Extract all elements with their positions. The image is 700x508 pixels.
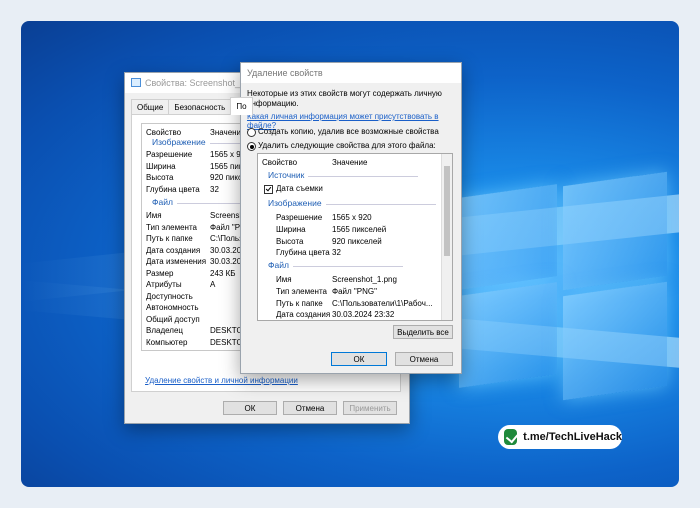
property-name: Владелец [146,326,184,335]
windows-logo-icon [459,171,679,401]
property-name: Дата изменения [146,257,207,266]
property-name: Ширина [276,224,306,234]
property-value: 1565 x 920 [332,213,372,222]
list-item[interactable]: Дата создания 30.03.2024 23:32 [258,309,452,320]
checkbox-checked-icon[interactable] [264,185,273,194]
group-image-heading: Изображение [152,137,368,147]
cancel-button[interactable]: Отмена [283,401,337,415]
property-name: Автономность [146,303,199,312]
select-all-button[interactable]: Выделить все [393,325,453,339]
remove-option-label[interactable]: Удалить следующие свойства для этого фай… [258,141,436,150]
tab-general[interactable]: Общие [131,99,170,115]
property-name: Ширина [146,161,176,171]
property-name: Компьютер [146,337,188,347]
property-name: Имя [276,275,292,284]
property-name: Имя [146,211,162,220]
copy-option-label[interactable]: Создать копию, удалив все возможные свой… [258,127,439,136]
property-name: Высота [146,173,174,182]
property-value: C:\Пользователи\1\Рабоч... [332,298,433,308]
list-item[interactable]: Путь к папке C:\Пользователи\1\Рабоч... [258,298,452,309]
property-value: 30.03.2024 23:32 [332,310,395,320]
property-value: A [210,280,216,289]
list-item[interactable]: Имя Screenshot_1.png [258,274,452,285]
property-value: 920 пикселей [332,236,382,246]
remove-dialog-titlebar[interactable]: Удаление свойств [241,63,461,83]
removable-properties-list[interactable]: Свойство Значение Источник Дата съемки И… [257,153,453,321]
list-scrollbar[interactable] [441,154,452,320]
ok-button[interactable]: ОК [331,352,387,366]
check-icon [504,429,518,445]
scrollbar-thumb[interactable] [444,166,450,256]
property-value: Файл "PNG" [332,286,377,296]
watermark-text: t.me/TechLiveHack [523,431,622,443]
property-name: Атрибуты [146,280,182,289]
col-value-header[interactable]: Значение [332,157,367,168]
ok-button[interactable]: ОК [223,401,277,415]
property-name: Тип элемента [146,222,197,232]
property-value: Screenshot_1.png [332,275,397,284]
group-file-heading: Файл [152,197,337,207]
property-name: Глубина цвета [276,248,330,258]
property-name: Дата создания [276,310,331,320]
properties-tabs: Общие Безопасность По [131,97,253,115]
property-name: Разрешение [146,150,193,159]
remove-option-radio[interactable] [247,142,256,151]
remove-dialog-title: Удаление свойств [247,68,323,78]
property-value: 32 [210,184,219,194]
property-name: Общий доступ [146,314,200,324]
remove-properties-link[interactable]: Удаление свойств и личной информации [145,376,298,385]
list-item[interactable]: Ширина 1565 пикселей [258,224,452,235]
property-name: Размер [146,268,174,278]
property-name: Дата создания [146,245,201,255]
property-value: 32 [332,248,341,258]
cancel-button[interactable]: Отмена [395,352,453,366]
telegram-watermark: t.me/TechLiveHack [498,425,622,449]
group-file-heading: Файл [268,260,403,270]
property-name: Доступность [146,291,193,301]
property-name: Путь к папке [276,298,323,308]
list-item[interactable]: Глубина цвета 32 [258,247,452,258]
property-name: Путь к папке [146,234,193,243]
intro-text: Некоторые из этих свойств могут содержат… [247,89,442,108]
property-value: 1565 пикселей [332,224,387,234]
apply-button[interactable]: Применить [343,401,397,415]
list-item[interactable]: Дата съемки [258,183,452,194]
tab-details[interactable]: По [230,97,253,115]
image-file-icon [131,78,141,87]
copy-option-radio[interactable] [247,128,256,137]
list-item[interactable]: Высота 920 пикселей [258,236,452,247]
list-item[interactable]: Разрешение 1565 x 920 [258,212,452,223]
property-name: Глубина цвета [146,184,200,194]
property-name: Разрешение [276,213,323,222]
remove-properties-dialog: Удаление свойств Некоторые из этих свойс… [240,62,462,374]
tab-security[interactable]: Безопасность [168,99,232,115]
group-source-heading: Источник [268,170,420,180]
col-property-header[interactable]: Свойство [262,157,297,168]
property-value: 243 КБ [210,268,236,278]
list-item[interactable]: Тип элемента Файл "PNG" [258,286,452,297]
group-image-heading: Изображение [268,198,435,208]
property-name: Тип элемента [276,286,327,296]
list-header: Свойство Значение [258,157,452,168]
property-name: Высота [276,236,304,246]
